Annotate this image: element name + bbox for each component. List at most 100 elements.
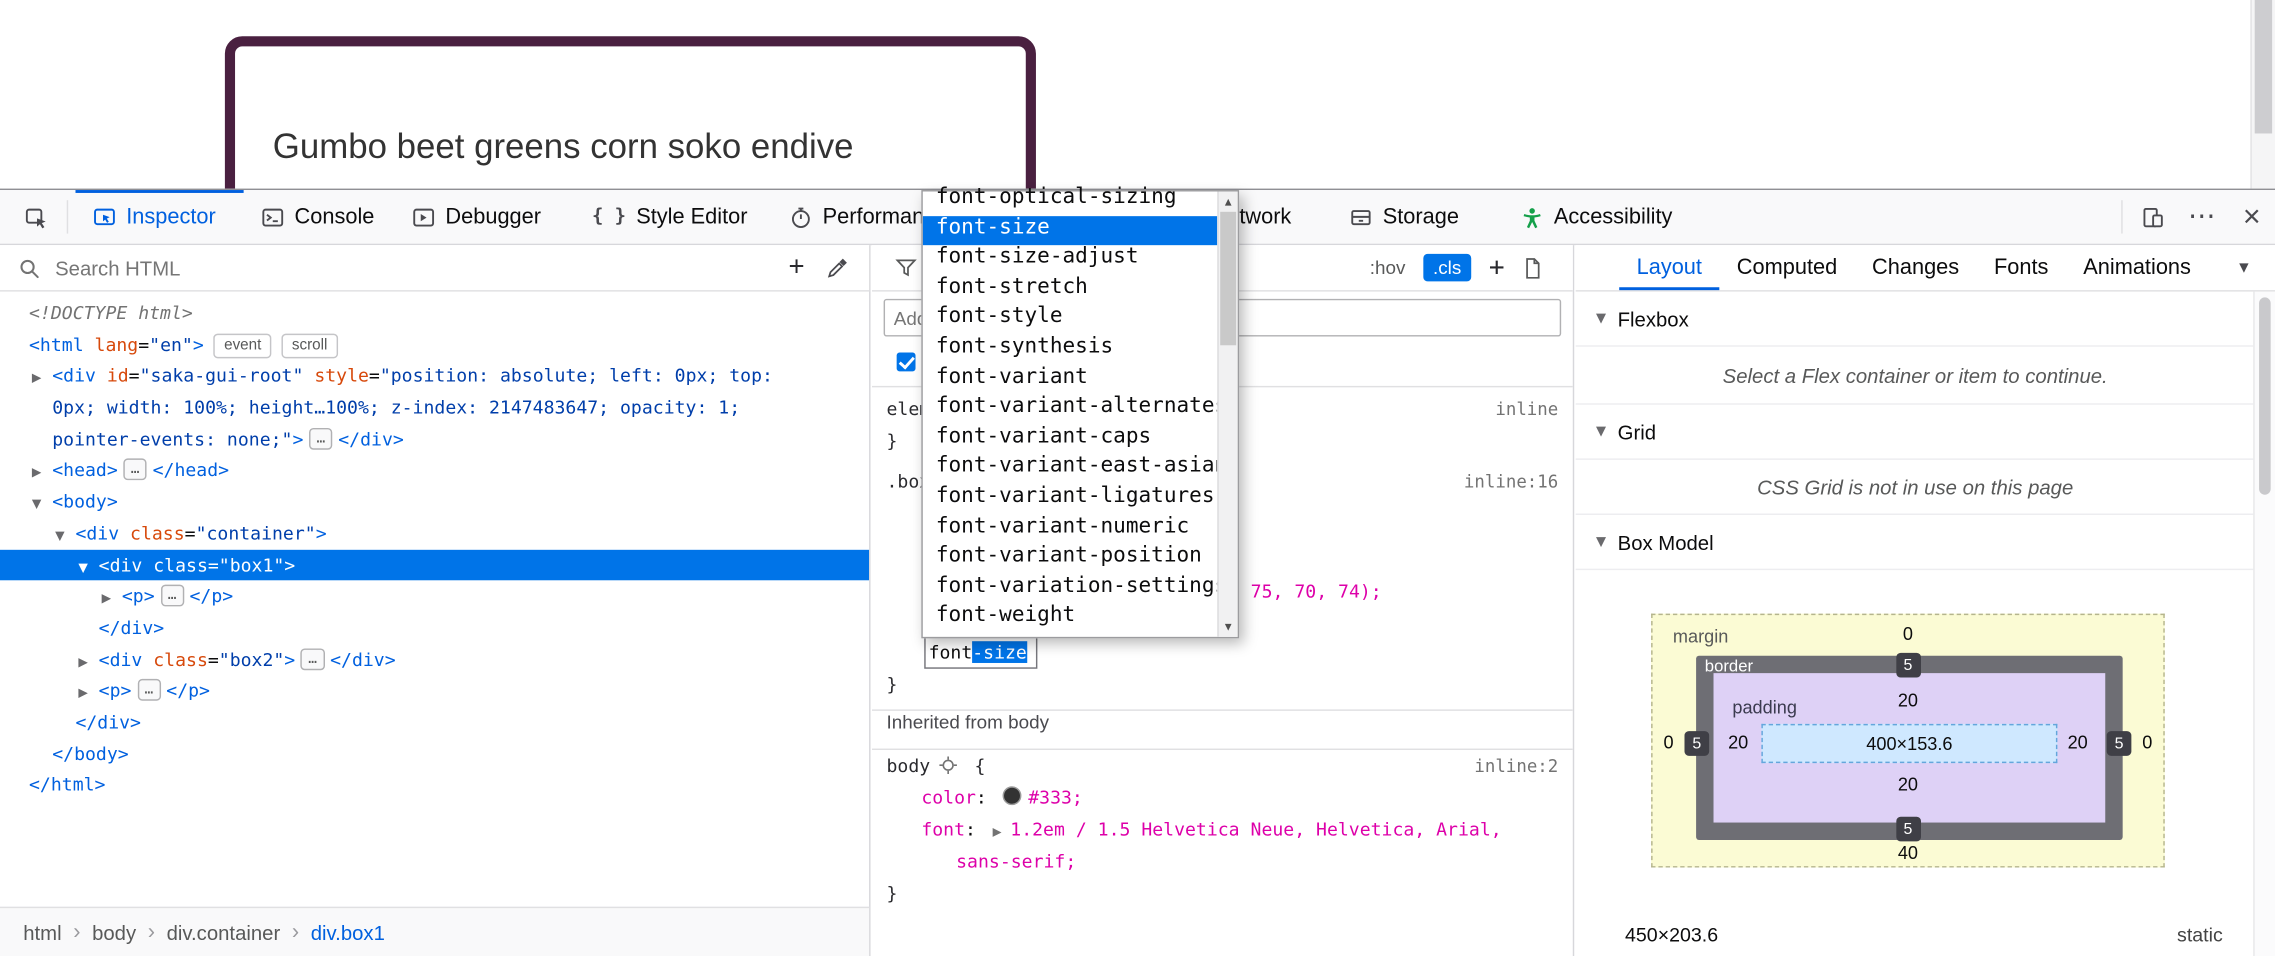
page-scrollbar-thumb[interactable]: [2255, 0, 2272, 133]
tab-fonts[interactable]: Fonts: [1977, 245, 2066, 290]
padding-top-value[interactable]: 20: [1886, 691, 1930, 711]
expand-node-ellipsis[interactable]: …: [301, 648, 324, 670]
twisty-open-icon[interactable]: ▼: [78, 553, 98, 584]
autocomplete-item[interactable]: font-variant-east-asian: [923, 455, 1218, 485]
breadcrumb-item-div.container[interactable]: div.container: [167, 920, 281, 943]
scroll-up-arrow-icon[interactable]: ▲: [1219, 191, 1238, 211]
markup-line-selected[interactable]: ▼<div class="box1">: [0, 549, 869, 580]
property-value[interactable]: #333;: [1028, 786, 1083, 808]
autocomplete-scrollbar[interactable]: ▲ ▼: [1217, 191, 1237, 636]
expand-node-ellipsis[interactable]: …: [124, 459, 147, 481]
responsive-design-mode-button[interactable]: [2130, 190, 2176, 244]
breadcrumb-item-body[interactable]: body: [92, 920, 136, 943]
twisty-closed-icon[interactable]: ▶: [32, 459, 52, 490]
eyedropper-button[interactable]: [817, 247, 858, 288]
autocomplete-item[interactable]: font-variation-settings: [923, 574, 1218, 604]
border-right-value[interactable]: 5: [2107, 731, 2132, 756]
property-name[interactable]: color: [921, 786, 976, 808]
expand-node-ellipsis[interactable]: …: [309, 428, 332, 450]
property-name-editor[interactable]: font-size: [924, 637, 1037, 669]
autocomplete-item[interactable]: font-variant-position: [923, 544, 1218, 574]
tab-debugger[interactable]: Debugger: [395, 190, 575, 244]
expand-node-ellipsis[interactable]: …: [160, 585, 183, 607]
markup-line[interactable]: ▼<body>: [0, 486, 869, 517]
tab-computed[interactable]: Computed: [1719, 245, 1854, 290]
twisty-closed-icon[interactable]: ▶: [78, 648, 98, 679]
grid-section-header[interactable]: ▼ Grid: [1576, 405, 2255, 460]
autocomplete-item[interactable]: font-stretch: [923, 275, 1218, 305]
tab-changes[interactable]: Changes: [1855, 245, 1977, 290]
tab-accessibility[interactable]: Accessibility: [1503, 190, 1709, 244]
devtools-close-button[interactable]: ×: [2229, 190, 2275, 244]
twisty-open-icon[interactable]: ▼: [55, 522, 75, 553]
tab-animations[interactable]: Animations: [2066, 245, 2208, 290]
markup-line[interactable]: </div>: [0, 706, 869, 737]
sidebar-scrollbar-thumb[interactable]: [2259, 297, 2271, 494]
all-tabs-menu-button[interactable]: ▼: [2236, 245, 2252, 291]
scroll-down-arrow-icon[interactable]: ▼: [1219, 617, 1238, 637]
tab-storage[interactable]: Storage: [1332, 190, 1492, 244]
toggle-classes-button[interactable]: .cls: [1423, 254, 1472, 282]
markup-line[interactable]: pointer-events: none;">…</div>: [0, 423, 869, 454]
expand-node-ellipsis[interactable]: …: [137, 679, 160, 701]
autocomplete-item[interactable]: font-synthesis: [923, 335, 1218, 365]
breadcrumb-item-html[interactable]: html: [23, 920, 61, 943]
breadcrumb-item-div.box1[interactable]: div.box1: [311, 920, 385, 943]
markup-line[interactable]: <!DOCTYPE html>: [0, 297, 869, 328]
markup-badge-scroll[interactable]: scroll: [282, 333, 338, 358]
page-scrollbar[interactable]: [2250, 0, 2275, 189]
twisty-closed-icon[interactable]: ▶: [32, 365, 52, 396]
markup-line[interactable]: ▶<div class="box2">…</div>: [0, 643, 869, 674]
rule-selector[interactable]: body: [886, 754, 930, 776]
selector-highlighter-icon[interactable]: [939, 756, 958, 775]
autocomplete-item[interactable]: font-size-adjust: [923, 245, 1218, 275]
sidebar-scrollbar[interactable]: [2253, 292, 2275, 956]
property-value[interactable]: 1.2em / 1.5 Helvetica Neue, Helvetica, A…: [1010, 818, 1501, 840]
tab-inspector[interactable]: Inspector: [75, 190, 243, 244]
add-rule-button[interactable]: +: [1489, 256, 1505, 279]
border-left-value[interactable]: 5: [1684, 731, 1709, 756]
margin-bottom-value[interactable]: 40: [1886, 843, 1930, 863]
markup-line[interactable]: 0px; width: 100%; height…100%; z-index: …: [0, 392, 869, 423]
node-picker-button[interactable]: [12, 190, 61, 244]
markup-line[interactable]: ▶<div id="saka-gui-root" style="position…: [0, 360, 869, 391]
border-top-value[interactable]: 5: [1896, 653, 1921, 678]
property-value-continued[interactable]: sans-serif;: [956, 850, 1076, 872]
markup-line[interactable]: </body>: [0, 738, 869, 769]
flexbox-section-header[interactable]: ▼ Flexbox: [1576, 292, 2255, 347]
markup-line[interactable]: </html>: [0, 769, 869, 800]
markup-line[interactable]: ▶<p>…</p>: [0, 581, 869, 612]
margin-right-value[interactable]: 0: [2126, 733, 2170, 753]
autocomplete-item[interactable]: font-variant-numeric: [923, 514, 1218, 544]
tab-console[interactable]: Console: [244, 190, 395, 244]
border-bottom-value[interactable]: 5: [1896, 817, 1921, 842]
class-checkbox[interactable]: [897, 352, 916, 371]
autocomplete-item[interactable]: font-variant-caps: [923, 425, 1218, 455]
autocomplete-item[interactable]: font-weight: [923, 604, 1218, 634]
markup-line[interactable]: ▶<p>…</p>: [0, 675, 869, 706]
color-swatch[interactable]: [1002, 786, 1021, 805]
rule-source-link[interactable]: inline:2: [1474, 750, 1558, 782]
devtools-menu-button[interactable]: ⋯: [2179, 190, 2225, 244]
autocomplete-item[interactable]: font-optical-sizing: [923, 186, 1218, 216]
markup-line[interactable]: ▶<head>…</head>: [0, 455, 869, 486]
markup-line[interactable]: </div>: [0, 612, 869, 643]
rule-source-link[interactable]: inline: [1495, 393, 1558, 425]
tab-style-editor[interactable]: { } Style Editor: [575, 190, 772, 244]
padding-bottom-value[interactable]: 20: [1886, 775, 1930, 795]
markup-line[interactable]: <html lang="en">eventscroll: [0, 329, 869, 360]
toggle-pseudo-classes-button[interactable]: :hov: [1370, 257, 1406, 279]
tab-layout[interactable]: Layout: [1619, 245, 1719, 290]
autocomplete-item[interactable]: font-size: [923, 216, 1218, 246]
add-node-button[interactable]: +: [776, 247, 817, 288]
padding-right-value[interactable]: 20: [2056, 733, 2100, 753]
markup-badge-event[interactable]: event: [214, 333, 272, 358]
twisty-open-icon[interactable]: ▼: [32, 491, 52, 522]
box-model-section-header[interactable]: ▼ Box Model: [1576, 515, 2255, 570]
autocomplete-item[interactable]: font-style: [923, 305, 1218, 335]
search-html-input[interactable]: [52, 255, 776, 281]
autocomplete-item[interactable]: font-variant: [923, 365, 1218, 395]
print-simulation-icon[interactable]: [1522, 256, 1544, 279]
box-model-content-box[interactable]: 400×153.6: [1761, 724, 2057, 763]
margin-top-value[interactable]: 0: [1886, 624, 1930, 644]
